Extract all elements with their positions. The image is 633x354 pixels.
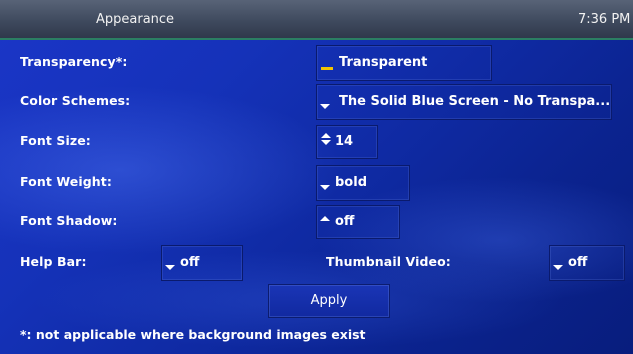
color-schemes-select[interactable]: The Solid Blue Screen - No Transpa...	[316, 84, 612, 120]
font-weight-label: Font Weight:	[20, 174, 112, 189]
screen: Appearance 7:36 PM Transparency*: Transp…	[0, 0, 633, 354]
font-size-value: 14	[335, 134, 354, 149]
font-size-label: Font Size:	[20, 133, 91, 148]
thumbnail-video-select[interactable]: off	[549, 245, 625, 281]
transparency-label: Transparency*:	[20, 54, 128, 69]
thumbnail-video-value: off	[568, 255, 588, 270]
chevron-down-icon	[320, 185, 330, 190]
color-schemes-value: The Solid Blue Screen - No Transpa...	[339, 94, 611, 109]
color-schemes-label: Color Schemes:	[20, 93, 131, 108]
transparency-value: Transparent	[339, 55, 428, 70]
font-weight-value: bold	[335, 175, 367, 190]
font-weight-select[interactable]: bold	[316, 165, 410, 201]
transparency-select[interactable]: Transparent	[316, 45, 492, 81]
chevron-down-icon	[165, 265, 175, 270]
font-shadow-select[interactable]: off	[316, 205, 400, 239]
chevron-down-icon	[320, 104, 330, 109]
chevron-up-icon	[320, 216, 330, 221]
font-shadow-label: Font Shadow:	[20, 213, 118, 228]
apply-button[interactable]: Apply	[268, 284, 390, 318]
help-bar-label: Help Bar:	[20, 254, 87, 269]
title-bar: Appearance 7:36 PM	[0, 0, 633, 40]
chevron-down-icon	[553, 265, 563, 270]
footnote: *: not applicable where background image…	[20, 327, 366, 342]
font-size-stepper[interactable]: 14	[316, 125, 378, 159]
window-title: Appearance	[96, 12, 175, 27]
help-bar-value: off	[180, 255, 200, 270]
indicator-icon	[321, 67, 333, 70]
thumbnail-video-label: Thumbnail Video:	[326, 254, 451, 269]
help-bar-select[interactable]: off	[161, 245, 243, 281]
clock: 7:36 PM	[578, 12, 631, 27]
font-shadow-value: off	[335, 214, 355, 229]
